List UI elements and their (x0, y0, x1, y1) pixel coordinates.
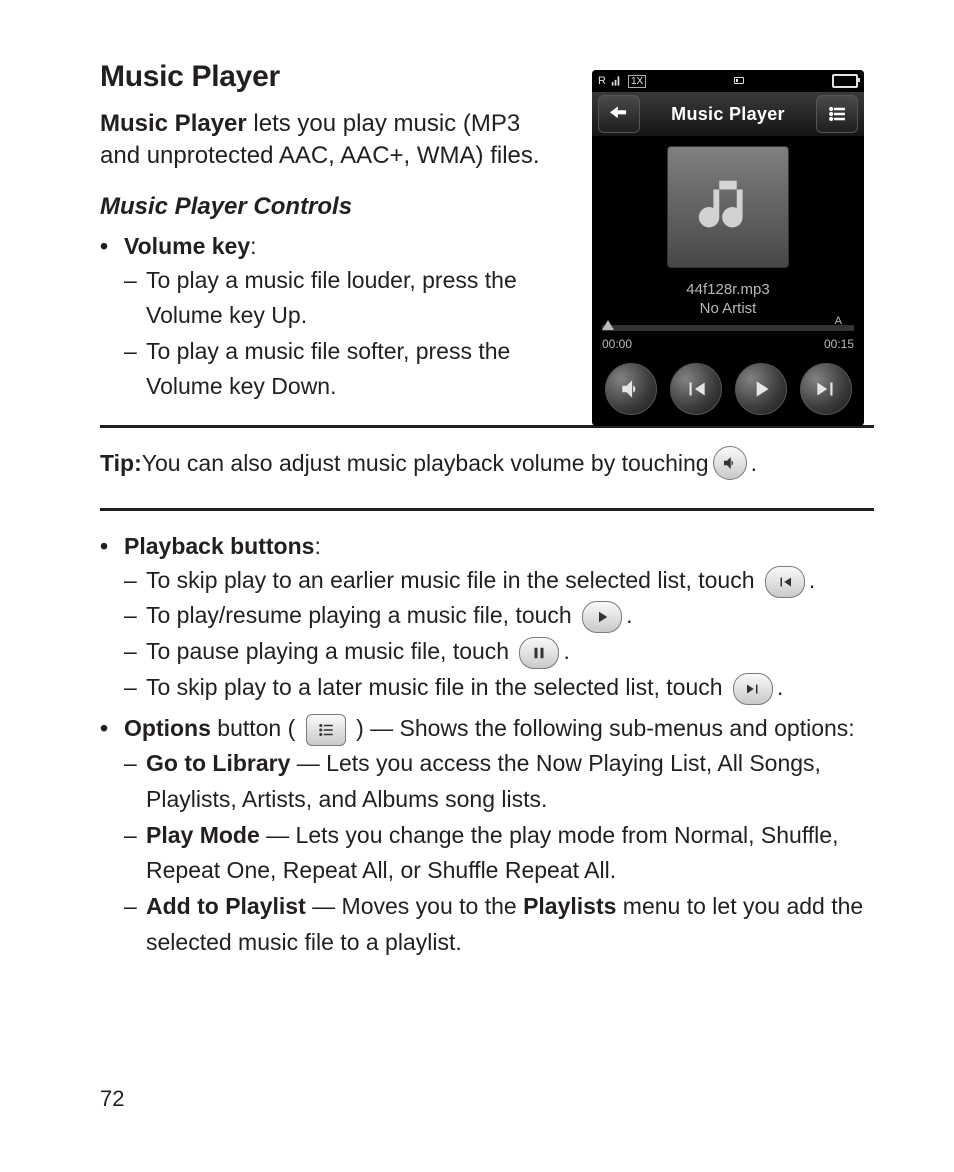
track-meta: 44f128r.mp3 No Artist (592, 277, 864, 325)
play-icon (748, 376, 774, 402)
music-note-icon (693, 172, 763, 242)
options-button[interactable] (816, 95, 858, 133)
page-number: 72 (100, 1086, 124, 1112)
phone-title: Music Player (671, 104, 785, 125)
add-playlist-bold2: Playlists (523, 893, 616, 919)
play-before: To play/resume playing a music file, tou… (146, 602, 578, 628)
track-filename: 44f128r.mp3 (592, 281, 864, 300)
volume-key-label: Volume key (124, 233, 250, 259)
time-total: 00:15 (824, 337, 854, 351)
list-icon (317, 721, 335, 739)
options-label: Options (124, 715, 211, 741)
options-middle: button ( (217, 715, 301, 741)
next-button[interactable] (800, 363, 852, 415)
signal-icon (610, 74, 624, 88)
playback-buttons-bullet: Playback buttons: To skip play to an ear… (100, 531, 874, 705)
speaker-inline-button[interactable] (713, 446, 747, 480)
pause-icon (530, 644, 548, 662)
goto-library-bold: Go to Library (146, 750, 290, 776)
add-to-playlist-item: Add to Playlist — Moves you to the Playl… (124, 889, 874, 960)
play-icon (593, 608, 611, 626)
progress-knob[interactable] (602, 320, 614, 330)
divider-bottom (100, 508, 874, 511)
skip-forward-icon (813, 376, 839, 402)
skip-next-after: . (777, 674, 783, 700)
volume-key-bullet: Volume key: To play a music file louder,… (100, 231, 554, 405)
play-mode-bold: Play Mode (146, 822, 260, 848)
previous-button[interactable] (670, 363, 722, 415)
speaker-icon (618, 376, 644, 402)
shuffle-mark: A (835, 315, 842, 327)
skip-forward-icon (744, 680, 762, 698)
goto-library-item: Go to Library — Lets you access the Now … (124, 746, 874, 817)
tip-row: Tip: You can also adjust music playback … (100, 438, 874, 488)
volume-button[interactable] (605, 363, 657, 415)
colon: : (250, 233, 256, 259)
volume-up-item: To play a music file louder, press the V… (124, 263, 554, 334)
list-icon (827, 104, 847, 124)
tip-label: Tip: (100, 450, 142, 477)
network-indicator: 1X (628, 75, 646, 88)
skip-forward-inline-button[interactable] (733, 673, 773, 705)
battery-icon (832, 74, 858, 88)
time-elapsed: 00:00 (602, 337, 632, 351)
play-inline-button[interactable] (582, 601, 622, 633)
pause-inline-button[interactable] (519, 637, 559, 669)
pause-after: . (563, 638, 569, 664)
play-button[interactable] (735, 363, 787, 415)
skip-back-icon (776, 573, 794, 591)
back-button[interactable] (598, 95, 640, 133)
progress-bar[interactable]: A (602, 325, 854, 331)
skip-back-inline-button[interactable] (765, 566, 805, 598)
tip-trailing: . (751, 450, 757, 477)
play-after: . (626, 602, 632, 628)
speaker-icon (721, 454, 739, 472)
music-player-screenshot: R 1X Music Player 4 (592, 70, 864, 426)
playback-label: Playback buttons (124, 533, 314, 559)
skip-next-before: To skip play to a later music file in th… (146, 674, 729, 700)
album-art-area (592, 137, 864, 277)
play-item: To play/resume playing a music file, tou… (124, 598, 874, 634)
skip-prev-after: . (809, 567, 815, 593)
skip-prev-item: To skip play to an earlier music file in… (124, 563, 874, 599)
signal-indicator: R (598, 75, 606, 87)
time-row: 00:00 00:15 (592, 333, 864, 357)
pause-before: To pause playing a music file, touch (146, 638, 515, 664)
status-bar: R 1X (592, 70, 864, 92)
tip-text: You can also adjust music playback volum… (142, 450, 709, 477)
play-mode-item: Play Mode — Lets you change the play mod… (124, 818, 874, 889)
album-art (667, 146, 789, 268)
pause-item: To pause playing a music file, touch . (124, 634, 874, 670)
add-playlist-before: — Moves you to the (306, 893, 523, 919)
add-playlist-bold: Add to Playlist (146, 893, 306, 919)
skip-back-icon (683, 376, 709, 402)
options-inline-button[interactable] (306, 714, 346, 746)
back-icon (609, 104, 629, 124)
track-artist: No Artist (592, 300, 864, 319)
colon: : (314, 533, 320, 559)
player-controls (592, 357, 864, 425)
intro-paragraph: Music Player lets you play music (MP3 an… (100, 108, 560, 173)
card-icon (731, 75, 747, 87)
volume-down-item: To play a music file softer, press the V… (124, 334, 554, 405)
phone-title-bar: Music Player (592, 92, 864, 137)
options-bullet: Options button ( ) — Shows the following… (100, 713, 874, 960)
options-after-icon: ) — Shows the following sub-menus and op… (356, 715, 855, 741)
skip-next-item: To skip play to a later music file in th… (124, 670, 874, 706)
intro-lead: Music Player (100, 110, 247, 137)
skip-prev-before: To skip play to an earlier music file in… (146, 567, 761, 593)
